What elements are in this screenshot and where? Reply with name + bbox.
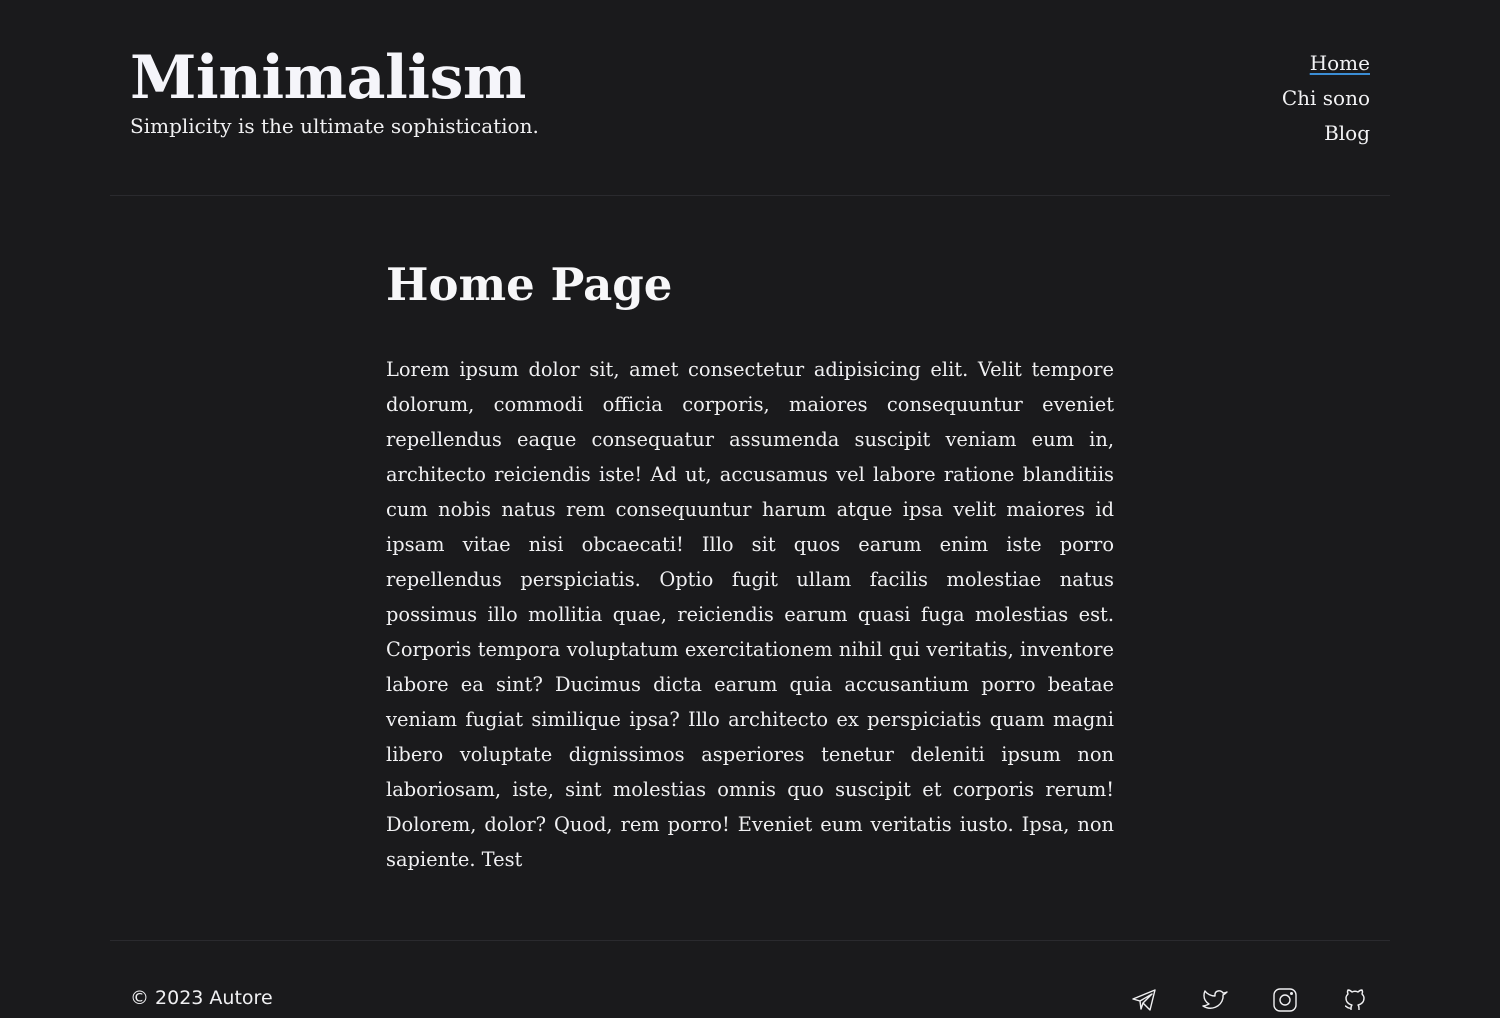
footer-divider	[110, 940, 1390, 941]
nav-link-chi-sono[interactable]: Chi sono	[1282, 81, 1370, 116]
site-header: Minimalism Simplicity is the ultimate so…	[0, 0, 1500, 196]
page-title: Home Page	[386, 258, 673, 311]
footer-copyright: © 2023 Autore	[130, 987, 273, 1009]
nav-link-home[interactable]: Home	[1282, 46, 1370, 81]
header-divider	[110, 195, 1390, 196]
nav-link-blog[interactable]: Blog	[1282, 116, 1370, 151]
instagram-icon[interactable]	[1271, 986, 1299, 1014]
site-tagline: Simplicity is the ultimate sophisticatio…	[130, 114, 539, 138]
page-body-text: Lorem ipsum dolor sit, amet consectetur …	[386, 358, 1114, 871]
site-title[interactable]: Minimalism	[130, 40, 526, 116]
github-icon[interactable]	[1341, 986, 1369, 1014]
main-nav: Home Chi sono Blog	[1282, 46, 1370, 151]
telegram-icon[interactable]	[1130, 986, 1158, 1014]
twitter-icon[interactable]	[1201, 986, 1229, 1014]
main-content: Home Page Lorem ipsum dolor sit, amet co…	[386, 250, 1114, 877]
